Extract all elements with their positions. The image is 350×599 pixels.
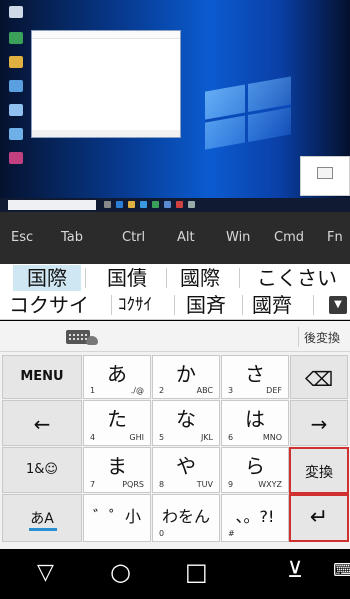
edge-icon[interactable] <box>116 201 123 208</box>
esc-key[interactable]: Esc <box>11 230 33 245</box>
task-view-icon[interactable] <box>104 201 111 208</box>
kana-key-na[interactable]: な 5 JKL <box>152 400 220 446</box>
home-icon[interactable]: ○ <box>110 558 131 586</box>
hide-keyboard-icon[interactable]: ⊻ <box>287 558 303 583</box>
dakuten-small-key[interactable]: ゛゜小 <box>83 494 151 542</box>
keyboard-settings-icon[interactable] <box>66 329 100 345</box>
ctrl-key[interactable]: Ctrl <box>122 230 145 245</box>
kana-key-ma[interactable]: ま 7 PQRS <box>83 447 151 493</box>
keyboard-toolbar: 後変換 <box>0 321 350 352</box>
kana-key-ta[interactable]: た 4 GHI <box>83 400 151 446</box>
win-key[interactable]: Win <box>226 230 250 245</box>
candidate-item[interactable]: 国債 <box>107 265 147 291</box>
tab-key[interactable]: Tab <box>61 230 83 245</box>
remote-desktop-view[interactable] <box>0 0 350 212</box>
expand-candidates-button[interactable]: ▼ <box>329 296 347 314</box>
keyboard-switch-icon[interactable]: ⌨ <box>333 560 350 581</box>
kana-key-ha[interactable]: は 6 MNO <box>221 400 289 446</box>
taskbar <box>0 198 350 212</box>
kana-key-ra[interactable]: ら 9 WXYZ <box>221 447 289 493</box>
kana-key-ya[interactable]: や 8 TUV <box>152 447 220 493</box>
henkan-key[interactable]: 変換 <box>289 447 349 494</box>
cmd-key[interactable]: Cmd <box>274 230 304 245</box>
mini-window <box>317 167 333 179</box>
notepad-window[interactable] <box>31 30 181 138</box>
candidate-item[interactable]: 国際 <box>13 265 81 291</box>
punctuation-key[interactable]: 、。?! # <box>221 494 289 542</box>
app-icon[interactable] <box>176 201 183 208</box>
app-icon[interactable] <box>164 201 171 208</box>
enter-key[interactable]: ↵ <box>289 494 349 542</box>
arrow-left-icon: ← <box>33 412 51 436</box>
enter-icon: ↵ <box>309 505 329 530</box>
notepad-taskbar-icon[interactable] <box>188 201 195 208</box>
candidate-item[interactable]: 國齊 <box>252 292 292 318</box>
candidate-item[interactable]: 國際 <box>180 265 220 291</box>
app-icon[interactable] <box>152 201 159 208</box>
store-icon[interactable] <box>140 201 147 208</box>
number-symbol-mode-key[interactable]: 1&☺ <box>2 447 82 493</box>
kana-key-a[interactable]: あ 1 ./@ <box>83 355 151 399</box>
mode-indicator <box>29 528 57 531</box>
backspace-key[interactable]: ⌫ <box>290 355 348 399</box>
app-icon[interactable] <box>5 152 29 176</box>
gohenkan-button[interactable]: 後変換 <box>304 329 340 346</box>
back-icon[interactable]: ▽ <box>37 560 54 585</box>
notepad-title <box>32 31 180 39</box>
cursor-right-key[interactable]: → <box>290 400 348 446</box>
file-icon[interactable] <box>5 56 29 80</box>
backspace-icon: ⌫ <box>304 367 334 391</box>
recycle-bin-icon[interactable] <box>5 6 29 30</box>
android-navigation-bar: ▽ ○ □ ⊻ ⌨ <box>0 549 350 599</box>
notepad-status-bar <box>32 130 180 137</box>
candidate-item[interactable]: 国斉 <box>186 292 226 318</box>
network-icon[interactable] <box>5 128 29 152</box>
notepad-text-area[interactable] <box>32 45 180 47</box>
conversion-candidate-bar: 国際 国債 國際 こくさい コクサイ ｺｸｻｲ 国斉 國齊 <box>0 264 350 320</box>
taskbar-preview-thumbnail[interactable] <box>300 156 350 196</box>
taskbar-search-box[interactable] <box>8 200 96 210</box>
candidate-item[interactable]: こくさい <box>257 265 337 291</box>
kana-key-ka[interactable]: か 2 ABC <box>152 355 220 399</box>
kana-alpha-mode-key[interactable]: あA <box>2 494 82 542</box>
alt-key[interactable]: Alt <box>177 230 195 245</box>
computer-icon[interactable] <box>5 104 29 128</box>
candidate-item[interactable]: ｺｸｻｲ <box>118 292 152 318</box>
chevron-down-icon: ▼ <box>334 299 342 310</box>
kana-key-wa[interactable]: わをん 0 <box>152 494 220 542</box>
menu-key[interactable]: MENU <box>2 355 82 399</box>
recents-icon[interactable]: □ <box>185 558 208 586</box>
flick-keyboard: MENU あ 1 ./@ か 2 ABC さ 3 DEF ⌫ ← た 4 GHI… <box>0 352 350 549</box>
app-icon[interactable] <box>5 32 29 56</box>
fn-key[interactable]: Fn <box>327 230 343 245</box>
candidate-item[interactable]: コクサイ <box>9 292 89 318</box>
app-icon[interactable] <box>5 80 29 104</box>
arrow-right-icon: → <box>310 412 328 436</box>
kana-key-sa[interactable]: さ 3 DEF <box>221 355 289 399</box>
cursor-left-key[interactable]: ← <box>2 400 82 446</box>
folder-icon[interactable] <box>128 201 135 208</box>
windows-logo-wallpaper <box>205 76 291 150</box>
function-key-row: Esc Tab Ctrl Alt Win Cmd Fn <box>0 212 350 264</box>
